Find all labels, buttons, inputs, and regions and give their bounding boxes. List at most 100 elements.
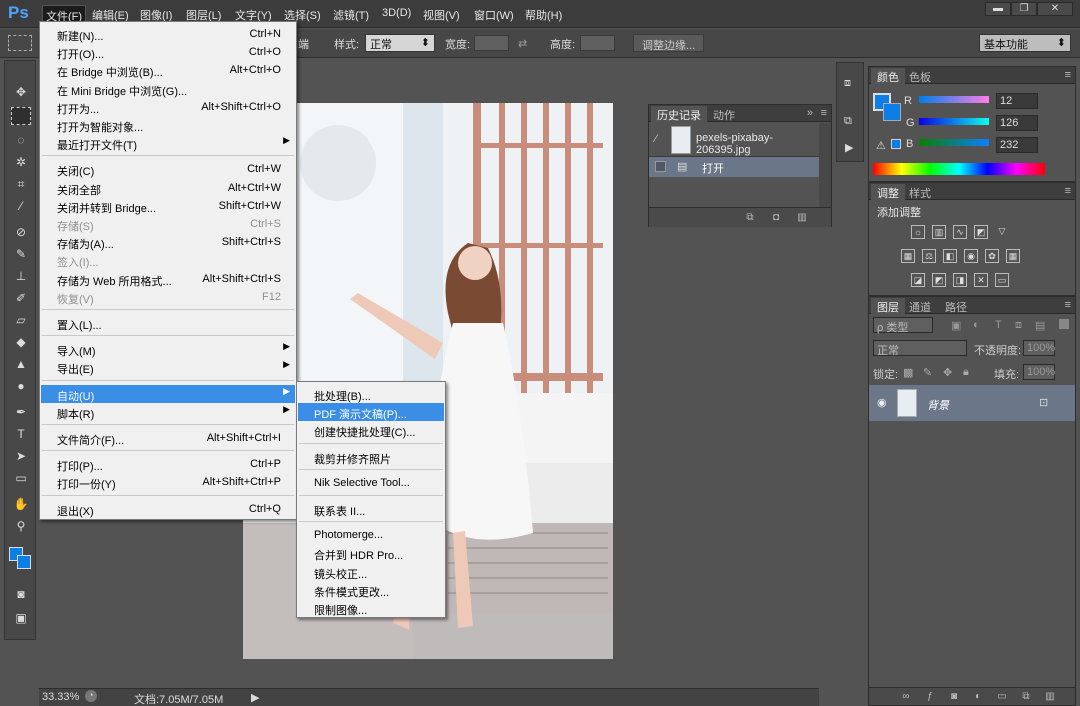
shape-filter-icon[interactable]: ⧈ <box>1015 319 1022 332</box>
actions-panel-icon[interactable]: ⧉ <box>844 115 852 128</box>
menu-item[interactable]: 打印(P)... Ctrl+P <box>41 455 295 473</box>
panel-menu-icon[interactable]: ≡ <box>1065 69 1071 81</box>
panel-menu-icon[interactable]: ≡ <box>1065 299 1071 311</box>
menu-item[interactable]: 新建(N)... Ctrl+N <box>41 25 295 43</box>
tab-actions[interactable]: 动作 <box>707 106 741 122</box>
camera-icon[interactable]: ◘ <box>769 212 783 224</box>
pixel-filter-icon[interactable]: ▣ <box>951 319 961 332</box>
menu-item[interactable]: 打开为... Alt+Shift+Ctrl+O <box>41 98 295 116</box>
rectangle-tool-icon[interactable]: ▭ <box>11 469 31 487</box>
width-input[interactable] <box>474 35 509 51</box>
brush-tool-icon[interactable]: ✎ <box>11 245 31 263</box>
clone-stamp-tool-icon[interactable]: ⊥ <box>11 267 31 285</box>
black-white-icon[interactable]: ◧ <box>943 249 957 263</box>
menu-item[interactable]: 文件简介(F)... Alt+Shift+Ctrl+I <box>41 429 295 447</box>
tab-channels[interactable]: 通道 <box>903 298 937 314</box>
tab-swatches[interactable]: 色板 <box>903 68 937 84</box>
zoom-level[interactable]: 33.33% <box>42 691 79 703</box>
layer-effects-icon[interactable]: ƒ <box>923 691 937 703</box>
filter-toggle[interactable] <box>1059 319 1069 329</box>
history-scrollbar[interactable] <box>819 123 831 207</box>
exposure-icon[interactable]: ◩ <box>974 225 988 239</box>
paint-bucket-tool-icon[interactable]: ◆ <box>11 333 31 351</box>
swap-icon[interactable]: ⇄ <box>518 37 527 50</box>
vibrance-icon[interactable]: ▽ <box>995 225 1009 239</box>
menu-item[interactable]: 最近打开文件(T) ▶ <box>41 134 295 152</box>
close-button[interactable]: ✕ <box>1037 2 1073 16</box>
dodge-tool-icon[interactable]: ● <box>11 377 31 395</box>
history-brush-tool-icon[interactable]: ✐ <box>11 289 31 307</box>
channel-b-slider[interactable] <box>919 139 989 146</box>
type-tool-icon[interactable]: T <box>11 425 31 443</box>
tab-adjustments[interactable]: 调整 <box>871 184 905 200</box>
lock-pixels-icon[interactable]: ✎ <box>923 366 932 379</box>
eye-icon[interactable]: ◉ <box>877 396 887 409</box>
layer-kind-filter[interactable]: ρ 类型 <box>873 317 933 334</box>
menu-item[interactable]: 在 Mini Bridge 中浏览(G)... <box>41 80 295 98</box>
menu-item[interactable]: 关闭(C) Ctrl+W <box>41 160 295 178</box>
color-spectrum-bar[interactable] <box>873 163 1045 175</box>
link-layers-icon[interactable]: ∞ <box>899 691 913 703</box>
tab-history[interactable]: 历史记录 <box>651 106 707 122</box>
menu-item[interactable]: Nik Selective Tool... <box>298 474 444 492</box>
tab-color[interactable]: 颜色 <box>871 68 905 84</box>
tab-paths[interactable]: 路径 <box>939 298 973 314</box>
panel-menu-icon[interactable]: ≡ <box>1065 185 1071 197</box>
zoom-tool-icon[interactable]: ⚲ <box>11 517 31 535</box>
channel-r-slider[interactable] <box>919 96 989 103</box>
blur-tool-icon[interactable]: ▲ <box>11 355 31 373</box>
delete-layer-icon[interactable]: ▥ <box>1043 691 1057 703</box>
menu-item[interactable]: 脚本(R) ▶ <box>41 403 295 421</box>
photo-filter-icon[interactable]: ◉ <box>964 249 978 263</box>
style-select[interactable]: 正常 ⬍ <box>365 34 435 52</box>
refine-edge-button[interactable]: 调整边缘... <box>633 34 705 52</box>
menu-item[interactable]: 导入(M) ▶ <box>41 340 295 358</box>
menu-item[interactable]: 创建快捷批处理(C)... <box>298 421 444 439</box>
smart-object-filter-icon[interactable]: ▤ <box>1035 319 1045 332</box>
menu-item[interactable]: 在 Bridge 中浏览(B)... Alt+Ctrl+O <box>41 61 295 79</box>
path-selection-tool-icon[interactable]: ➤ <box>11 447 31 465</box>
panel-menu-icon[interactable]: ≡ <box>821 107 827 119</box>
menu-item[interactable]: 存储为(A)... Shift+Ctrl+S <box>41 233 295 251</box>
menu-item[interactable]: 打印一份(Y) Alt+Shift+Ctrl+P <box>41 473 295 491</box>
quick-mask-icon[interactable]: ◙ <box>11 585 31 603</box>
status-menu-arrow-icon[interactable]: ▶ <box>251 691 259 704</box>
lasso-tool-icon[interactable]: ◌ <box>11 131 31 149</box>
menu-item[interactable]: PDF 演示文稿(P)... <box>298 403 444 422</box>
crop-tool-icon[interactable]: ⌗ <box>11 175 31 193</box>
layer-row-background[interactable]: ◉ 背景 ⊡ <box>869 385 1075 421</box>
panel-collapse-icon[interactable]: » <box>807 107 813 119</box>
workspace-select[interactable]: 基本功能 ⬍ <box>979 34 1071 52</box>
selective-color-icon[interactable]: ✕ <box>974 273 988 287</box>
add-mask-icon[interactable]: ◙ <box>947 691 961 703</box>
history-panel-icon[interactable]: ⧈ <box>844 77 851 90</box>
menu-7[interactable]: 3D(D) <box>382 7 411 19</box>
gamut-warning-icon[interactable]: ⚠ <box>876 139 886 152</box>
lock-position-icon[interactable]: ✥ <box>943 366 952 379</box>
color-background-swatch[interactable] <box>883 103 901 121</box>
menu-item[interactable]: Photomerge... <box>298 526 444 544</box>
menu-item[interactable]: 镜头校正... <box>298 563 444 581</box>
channel-g-slider[interactable] <box>919 118 989 125</box>
menu-item[interactable]: 存储为 Web 所用格式... Alt+Shift+Ctrl+S <box>41 270 295 288</box>
hue-saturation-icon[interactable]: ▦ <box>901 249 915 263</box>
color-lookup-icon[interactable]: ▦ <box>1006 249 1020 263</box>
color-balance-icon[interactable]: ⚖ <box>922 249 936 263</box>
menu-item[interactable]: 自动(U) ▶ <box>41 384 295 403</box>
marquee-tool-icon[interactable] <box>11 107 31 125</box>
opacity-input[interactable]: 100% <box>1023 340 1055 356</box>
menu-item[interactable]: 条件模式更改... <box>298 581 444 599</box>
gradient-map-icon[interactable]: ▭ <box>995 273 1009 287</box>
web-safe-swatch[interactable] <box>891 139 901 149</box>
new-document-from-state-icon[interactable]: ⧉ <box>743 212 757 224</box>
history-step-open[interactable]: ▤ 打开 <box>649 157 819 177</box>
history-step-checkbox[interactable] <box>655 161 666 172</box>
magic-wand-tool-icon[interactable]: ✲ <box>11 153 31 171</box>
menu-item[interactable]: 退出(X) Ctrl+Q <box>41 500 295 518</box>
eyedropper-tool-icon[interactable]: ⁄ <box>11 197 31 215</box>
lock-all-icon[interactable]: 🔒︎ <box>963 366 969 379</box>
menu-item[interactable]: 关闭全部 Alt+Ctrl+W <box>41 179 295 197</box>
history-snapshot-row[interactable]: ⁄ pexels-pixabay-206395.jpg <box>649 123 819 157</box>
levels-icon[interactable]: ▥ <box>932 225 946 239</box>
marquee-options-icon[interactable] <box>8 35 32 51</box>
